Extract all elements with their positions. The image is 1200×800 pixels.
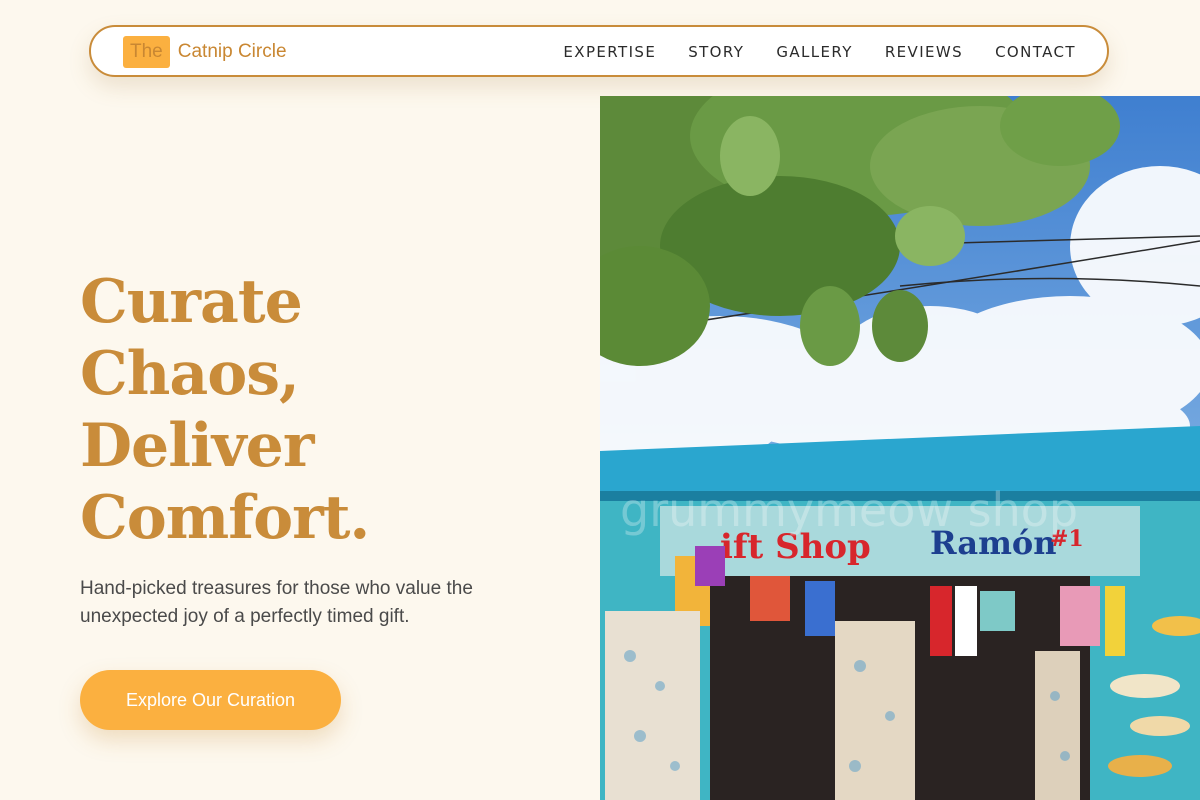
headline-line: Curate — [80, 267, 303, 337]
top-navbar: The Catnip Circle EXPERTISE STORY GALLER… — [89, 25, 1109, 77]
nav-link-reviews[interactable]: REVIEWS — [885, 43, 963, 61]
towel-display-center — [835, 621, 915, 800]
nav-link-expertise[interactable]: EXPERTISE — [563, 43, 656, 61]
nav-link-story[interactable]: STORY — [688, 43, 744, 61]
explore-curation-button[interactable]: Explore Our Curation — [80, 670, 341, 730]
nav-link-gallery[interactable]: GALLERY — [776, 43, 853, 61]
headline-line: Comfort. — [80, 483, 370, 553]
photo-watermark: grummymeow shop — [620, 483, 1078, 537]
nav-menu: EXPERTISE STORY GALLERY REVIEWS CONTACT — [563, 27, 1076, 77]
logo[interactable]: The Catnip Circle — [123, 36, 287, 68]
towel-display-right — [1035, 651, 1080, 800]
logo-badge: The — [123, 36, 170, 68]
headline-line: Chaos, — [80, 339, 300, 409]
hero-headline: Curate Chaos, Deliver Comfort. — [80, 266, 370, 554]
hero-subtitle: Hand-picked treasures for those who valu… — [80, 578, 473, 627]
logo-text: Catnip Circle — [177, 41, 287, 62]
nav-link-contact[interactable]: CONTACT — [995, 43, 1076, 61]
hero-photo: ift Shop Ramón #1 grummymeow shop — [600, 96, 1200, 800]
headline-line: Deliver — [80, 411, 314, 481]
towel-display-left — [605, 611, 700, 800]
